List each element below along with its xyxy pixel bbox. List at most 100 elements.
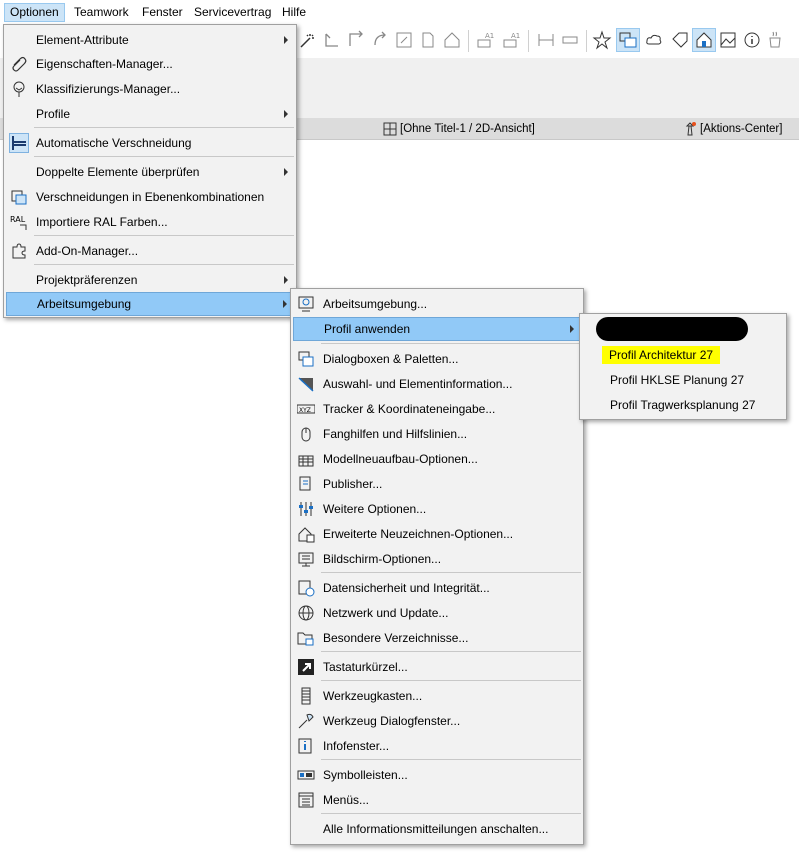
text-a1-icon[interactable]: A1 [474, 28, 498, 52]
magic-wand-icon[interactable] [296, 28, 320, 52]
menu-item-symbolleisten[interactable]: Symbolleisten... [293, 763, 581, 787]
menu-item-profile[interactable]: Profile [6, 102, 294, 126]
menu-item-label: Alle Informationsmitteilungen anschalten… [323, 822, 549, 836]
menu-item-verzeichnisse[interactable]: Besondere Verzeichnisse... [293, 626, 581, 650]
menu-item-infofenster[interactable]: Infofenster... [293, 734, 581, 758]
menu-item-ral-farben[interactable]: RAL Importiere RAL Farben... [6, 210, 294, 234]
menu-item-label: Werkzeugkasten... [323, 689, 423, 703]
auto-intersection-icon [9, 133, 29, 153]
menu-item-menues[interactable]: Menüs... [293, 788, 581, 812]
shortcut-icon [296, 657, 316, 677]
house-outline-icon[interactable] [440, 28, 464, 52]
menu-item-fanghilfen[interactable]: Fanghilfen und Hilfslinien... [293, 422, 581, 446]
move-icon[interactable] [320, 28, 344, 52]
menu-item-verschneidungen-ebenen[interactable]: Verschneidungen in Ebenenkombinationen [6, 185, 294, 209]
menu-item-label: Symbolleisten... [323, 768, 408, 782]
menu-item-add-on-manager[interactable]: Add-On-Manager... [6, 239, 294, 263]
menu-item-tracker[interactable]: XYZ Tracker & Koordinateneingabe... [293, 397, 581, 421]
menu-hilfe[interactable]: Hilfe [277, 3, 311, 22]
window-layout-icon[interactable] [616, 28, 640, 52]
globe-icon [296, 603, 316, 623]
info-icon[interactable] [740, 28, 764, 52]
menu-item-profil-tragwerk[interactable]: Profil Tragwerksplanung 27 [582, 393, 784, 417]
menu-fenster[interactable]: Fenster [137, 3, 188, 22]
menu-item-label-highlighted: Profil Architektur 27 [602, 346, 721, 364]
menu-item-eigenschaften-manager[interactable]: Eigenschaften-Manager... [6, 52, 294, 76]
menu-item-label: Modellneuaufbau-Optionen... [323, 452, 478, 466]
corner-icon[interactable] [344, 28, 368, 52]
menu-item-bildschirm[interactable]: Bildschirm-Optionen... [293, 547, 581, 571]
menu-item-auswahl-info[interactable]: Auswahl- und Elementinformation... [293, 372, 581, 396]
svg-text:RAL: RAL [10, 215, 26, 224]
menu-item-label: Importiere RAL Farben... [36, 215, 168, 229]
menu-item-dialogboxen[interactable]: Dialogboxen & Paletten... [293, 347, 581, 371]
menu-item-label: Besondere Verzeichnisse... [323, 631, 469, 645]
menu-optionen[interactable]: Optionen [4, 3, 65, 22]
paperclip-icon [9, 54, 29, 74]
mouse-icon [296, 424, 316, 444]
menu-item-profil-anwenden[interactable]: Profil anwenden [293, 317, 581, 341]
menu-item-label: Klassifizierungs-Manager... [36, 82, 181, 96]
sliders-icon [296, 499, 316, 519]
menu-item-element-attribute[interactable]: Element-Attribute [6, 28, 294, 52]
picture-icon[interactable] [716, 28, 740, 52]
submenu-arrow-icon [570, 325, 574, 333]
menu-item-informationsmitteilungen[interactable]: Alle Informationsmitteilungen anschalten… [293, 817, 581, 841]
menu-item-datensicherheit[interactable]: Datensicherheit und Integrität... [293, 576, 581, 600]
menu-separator [34, 264, 294, 265]
menu-item-weitere-optionen[interactable]: Weitere Optionen... [293, 497, 581, 521]
menu-item-label: Tastaturkürzel... [323, 660, 408, 674]
document-icon[interactable] [416, 28, 440, 52]
rotate-icon[interactable] [368, 28, 392, 52]
menu-item-label: Eigenschaften-Manager... [36, 57, 173, 71]
menu-teamwork[interactable]: Teamwork [69, 3, 134, 22]
menu-item-automatische-verschneidung[interactable]: Automatische Verschneidung [6, 131, 294, 155]
menu-item-label: Datensicherheit und Integrität... [323, 581, 490, 595]
menu-item-neuzeichnen[interactable]: Erweiterte Neuzeichnen-Optionen... [293, 522, 581, 546]
redacted-item [596, 317, 748, 341]
tag-icon[interactable] [668, 28, 692, 52]
menu-item-arbeitsumgebung-dialog[interactable]: Arbeitsumgebung... [293, 292, 581, 316]
yellow-marker-label: Profil Architektur 27 [602, 346, 721, 364]
menu-item-label: Weitere Optionen... [323, 502, 427, 516]
menu-item-profil-architektur[interactable]: Profil Architektur 27 [582, 343, 784, 367]
menu-item-label: Element-Attribute [36, 33, 129, 47]
menu-item-label: Profil HKLSE Planung 27 [610, 373, 745, 387]
menu-item-arbeitsumgebung[interactable]: Arbeitsumgebung [6, 292, 294, 316]
tab-2d-view[interactable]: [Ohne Titel-1 / 2D-Ansicht] [383, 121, 535, 137]
menu-item-projektpraeferenzen[interactable]: Projektpräferenzen [6, 268, 294, 292]
resize-icon[interactable] [392, 28, 416, 52]
menu-item-label: Profil anwenden [324, 322, 411, 336]
menu-item-profil-hklse[interactable]: Profil HKLSE Planung 27 [582, 368, 784, 392]
menu-item-werkzeugkasten[interactable]: Werkzeugkasten... [293, 684, 581, 708]
section-icon[interactable] [558, 28, 582, 52]
menu-separator [321, 813, 581, 814]
tab-2d-view-label: [Ohne Titel-1 / 2D-Ansicht] [400, 123, 535, 135]
house-window-icon[interactable] [692, 28, 716, 52]
svg-text:A1: A1 [485, 32, 494, 40]
arbeitsumgebung-submenu: Arbeitsumgebung... Profil anwenden Dialo… [290, 288, 584, 845]
menu-item-doppelte-elemente[interactable]: Doppelte Elemente überprüfen [6, 160, 294, 184]
coffee-icon[interactable] [764, 28, 788, 52]
menu-item-netzwerk[interactable]: Netzwerk und Update... [293, 601, 581, 625]
submenu-arrow-icon [283, 300, 287, 308]
menu-separator [321, 680, 581, 681]
menu-item-publisher[interactable]: Publisher... [293, 472, 581, 496]
menu-item-label: Bildschirm-Optionen... [323, 552, 442, 566]
menu-item-label: Automatische Verschneidung [36, 136, 192, 150]
optionen-menu: Element-Attribute Eigenschaften-Manager.… [3, 24, 297, 318]
data-safety-icon [296, 578, 316, 598]
menu-servicevertrag[interactable]: Servicevertrag [189, 3, 276, 22]
dimension-icon[interactable] [534, 28, 558, 52]
cloud-icon[interactable] [642, 28, 666, 52]
star-icon[interactable] [590, 28, 614, 52]
submenu-arrow-icon [284, 36, 288, 44]
menu-item-modellneuaufbau[interactable]: Modellneuaufbau-Optionen... [293, 447, 581, 471]
menu-item-klassifizierungs-manager[interactable]: Klassifizierungs-Manager... [6, 77, 294, 101]
menu-item-werkzeug-dialog[interactable]: Werkzeug Dialogfenster... [293, 709, 581, 733]
menu-item-tastaturkuerzel[interactable]: Tastaturkürzel... [293, 655, 581, 679]
tab-action-center[interactable]: [Aktions-Center] [683, 121, 782, 137]
toolbar: A1 A1 [296, 24, 799, 58]
menu-item-label: Profile [36, 107, 71, 121]
text-a1-alt-icon[interactable]: A1 [500, 28, 524, 52]
